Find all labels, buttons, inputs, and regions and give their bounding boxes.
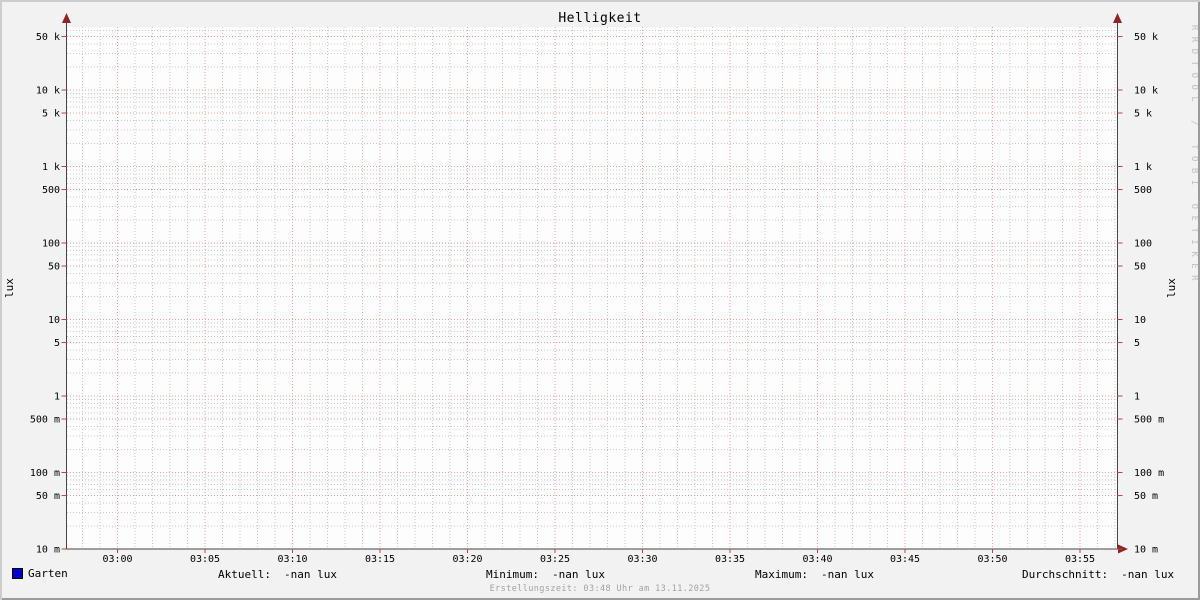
plot-canvas <box>67 27 1117 549</box>
y-tick-label-left: 5 k <box>42 109 60 120</box>
stat-maximum: Maximum: -nan lux <box>755 568 874 581</box>
y-tick-label-left: 1 <box>54 392 60 403</box>
chart-title: Helligkeit <box>558 11 642 26</box>
x-tick-label: 03:55 <box>1065 554 1095 565</box>
stat-average-value: -nan lux <box>1121 568 1175 581</box>
rrdtool-watermark: RRDTOOL / TOBI OETIKER <box>1189 24 1199 288</box>
stat-maximum-label: Maximum: <box>755 568 808 581</box>
legend-series-label: Garten <box>28 567 68 580</box>
y-tick-label-left: 50 <box>48 262 60 273</box>
x-tick-label: 03:15 <box>365 554 395 565</box>
y-tick-label-left: 10 k <box>36 86 60 97</box>
y-tick-label-right: 10 <box>1134 315 1146 326</box>
x-tick-label: 03:20 <box>452 554 482 565</box>
y-tick-label-left: 10 <box>48 315 60 326</box>
x-tick-label: 03:30 <box>627 554 657 565</box>
y-tick-label-right: 5 <box>1134 338 1140 349</box>
y-tick-label-right: 50 m <box>1134 491 1158 502</box>
stat-average: Durchschnitt: -nan lux <box>1022 568 1174 581</box>
x-tick-label: 03:50 <box>977 554 1007 565</box>
y-tick-label-left: 100 m <box>30 468 60 479</box>
y-tick-label-left: 5 <box>54 338 60 349</box>
stat-minimum-value: -nan lux <box>551 568 605 581</box>
y-axis-label-left: lux <box>3 278 16 298</box>
x-tick-label: 03:25 <box>540 554 570 565</box>
y-tick-label-right: 100 m <box>1134 468 1164 479</box>
y-tick-label-left: 50 k <box>36 32 60 43</box>
y-tick-label-left: 1 k <box>42 162 60 173</box>
y-tick-label-right: 10 k <box>1134 86 1158 97</box>
x-tick-label: 03:10 <box>277 554 307 565</box>
stat-current-label: Aktuell: <box>218 568 271 581</box>
legend-series: Garten <box>12 567 68 580</box>
stat-minimum-label: Minimum: <box>486 568 539 581</box>
y-tick-label-right: 50 <box>1134 262 1146 273</box>
y-axis-label-right: lux <box>1165 278 1178 298</box>
legend-color-swatch <box>12 568 23 579</box>
x-tick-label: 03:40 <box>802 554 832 565</box>
y-tick-label-right: 500 <box>1134 185 1152 196</box>
stat-current-value: -nan lux <box>283 568 337 581</box>
y-tick-label-left: 100 <box>42 239 60 250</box>
stat-current: Aktuell: -nan lux <box>218 568 337 581</box>
stat-maximum-value: -nan lux <box>820 568 874 581</box>
x-tick-label: 03:00 <box>102 554 132 565</box>
y-tick-label-left: 500 m <box>30 415 60 426</box>
y-tick-label-right: 100 <box>1134 239 1152 250</box>
chart-plot-area: 50 k 50 k10 k 10 k5 k5 k1 k1 k500 500100 100… <box>30 13 1164 565</box>
y-tick-label-left: 500 <box>42 185 60 196</box>
creation-timestamp: Erstellungszeit: 03:48 Uhr am 13.11.2025 <box>489 584 711 594</box>
stat-average-label: Durchschnitt: <box>1022 568 1109 581</box>
y-tick-label-right: 5 k <box>1134 109 1152 120</box>
y-tick-label-left: 10 m <box>36 545 60 556</box>
y-tick-label-right: 50 k <box>1134 32 1158 43</box>
y-tick-label-right: 1 k <box>1134 162 1152 173</box>
y-tick-label-right: 500 m <box>1134 415 1164 426</box>
y-tick-label-right: 1 <box>1134 392 1140 403</box>
y-tick-label-left: 50 m <box>36 491 60 502</box>
x-tick-label: 03:45 <box>890 554 920 565</box>
stat-minimum: Minimum: -nan lux <box>486 568 605 581</box>
x-tick-label: 03:35 <box>715 554 745 565</box>
y-tick-label-right: 10 m <box>1134 545 1158 556</box>
x-tick-label: 03:05 <box>190 554 220 565</box>
